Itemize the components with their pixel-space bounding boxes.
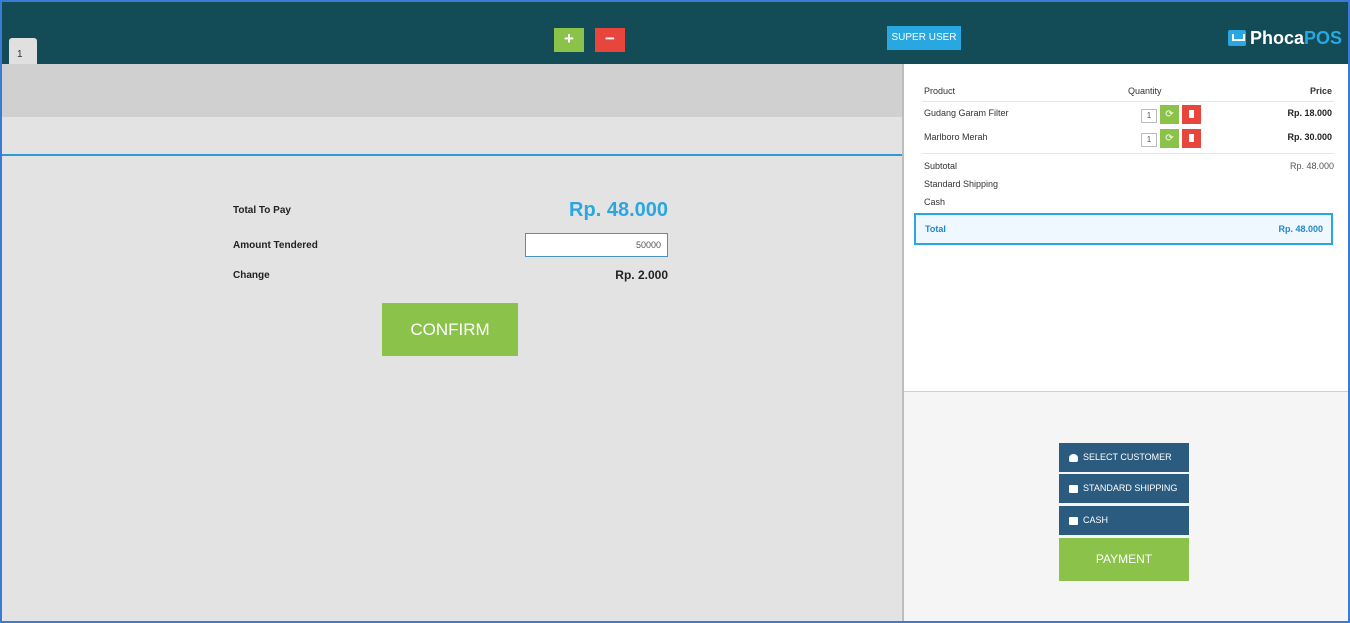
change-row: Change Rp. 2.000 [233,268,668,282]
cart-item-price: Rp. 18.000 [1287,108,1332,118]
cart-total-label: Total [925,224,946,234]
brand-name-part2: POS [1303,27,1342,48]
ticket-tab-1[interactable]: 1 [9,38,37,64]
standard-shipping-label: STANDARD SHIPPING [1083,483,1178,493]
category-strip [2,117,902,155]
payment-button[interactable]: PAYMENT [1059,538,1189,581]
trash-icon[interactable] [1182,105,1201,124]
items-separator [922,153,1334,154]
subtotal-value: Rp. 48.000 [1289,161,1334,171]
cash-button[interactable]: CASH [1059,506,1189,535]
cart-item-name: Marlboro Merah [924,132,988,142]
cart-item-name: Gudang Garam Filter [924,108,1009,118]
total-to-pay-label: Total To Pay [233,205,291,216]
product-area-header [2,64,902,117]
quantity-column-header: Quantity [1128,86,1162,96]
change-label: Change [233,269,270,281]
select-customer-button[interactable]: SELECT CUSTOMER [1059,443,1189,472]
brand-name-part1: Phoca [1249,27,1304,48]
cart-total-box: Total Rp. 48.000 [914,213,1333,245]
remove-ticket-button[interactable]: − [595,28,625,52]
cash-button-label: CASH [1083,515,1109,525]
header-separator [922,101,1334,102]
amount-tendered-label: Amount Tendered [233,239,318,251]
top-bar: 1 + − SUPER USER Phoca POS [2,2,1348,64]
select-customer-label: SELECT CUSTOMER [1083,452,1172,462]
cart-item-price: Rp. 30.000 [1287,132,1332,142]
money-icon [1069,516,1078,525]
payment-panel [2,156,902,621]
cart-total-value: Rp. 48.000 [1278,224,1323,234]
cart-row: Gudang Garam Filter 1 ⟳ Rp. 18.000 [924,105,1334,125]
cart-row: Marlboro Merah 1 ⟳ Rp. 30.000 [924,129,1334,149]
cart-icon [1227,30,1246,46]
quantity-input[interactable]: 1 [1141,133,1157,147]
subtotal-label: Subtotal [924,161,958,171]
trash-icon[interactable] [1182,129,1201,148]
quantity-input[interactable]: 1 [1141,109,1157,123]
amount-tendered-row: Amount Tendered [233,233,668,257]
amount-tendered-input[interactable] [525,233,668,257]
cash-label: Cash [924,197,946,207]
total-to-pay-row: Total To Pay Rp. 48.000 [233,199,668,222]
action-panel: SELECT CUSTOMER STANDARD SHIPPING CASH P… [904,392,1348,621]
shipping-label: Standard Shipping [924,179,999,189]
refresh-icon[interactable]: ⟳ [1160,129,1179,148]
product-column-header: Product [924,86,956,96]
add-ticket-button[interactable]: + [554,28,584,52]
cart-panel: Product Quantity Price Gudang Garam Filt… [904,64,1348,391]
change-value: Rp. 2.000 [615,268,668,282]
total-to-pay-value: Rp. 48.000 [569,199,668,221]
refresh-icon[interactable]: ⟳ [1160,105,1179,124]
user-icon [1069,453,1078,462]
brand-logo: Phoca POS [1227,26,1342,50]
super-user-button[interactable]: SUPER USER [887,26,961,50]
barcode-icon [1069,484,1078,493]
confirm-button[interactable]: CONFIRM [382,303,518,356]
pos-window: 1 + − SUPER USER Phoca POS Total To Pay … [0,0,1350,623]
price-column-header: Price [1309,86,1332,96]
standard-shipping-button[interactable]: STANDARD SHIPPING [1059,474,1189,503]
